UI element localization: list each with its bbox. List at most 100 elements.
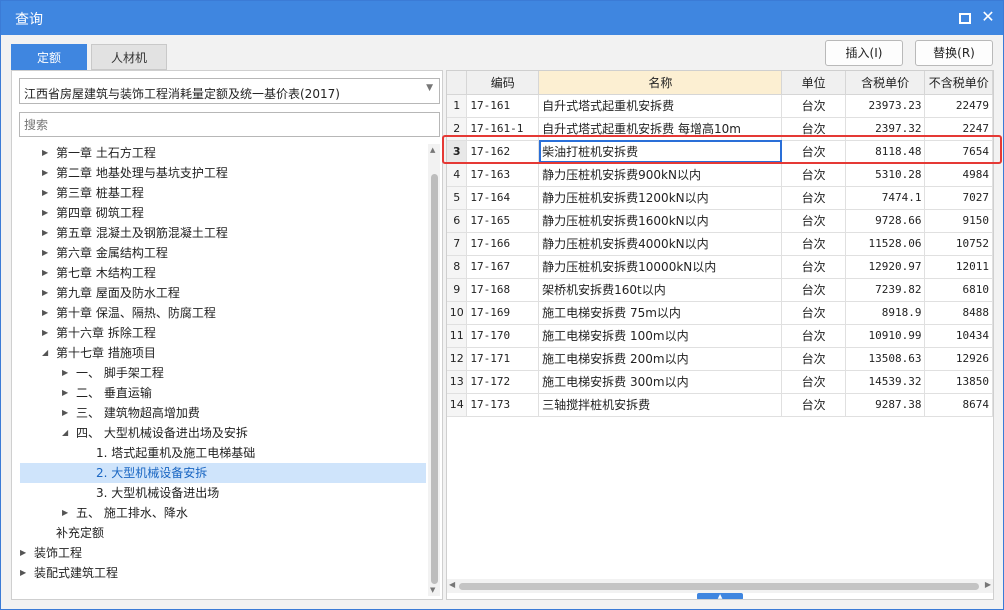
cell-name[interactable]: 自升式塔式起重机安拆费: [538, 94, 783, 118]
header-notax-price[interactable]: 不含税单价: [924, 71, 993, 95]
table-row[interactable]: 1 17-161 自升式塔式起重机安拆费 台次 23973.23 22479: [447, 94, 993, 118]
cell-unit[interactable]: 台次: [781, 324, 846, 348]
scroll-down-icon[interactable]: ▼: [430, 586, 435, 594]
tree-scrollbar-thumb[interactable]: [431, 174, 438, 584]
cell-tax-price[interactable]: 5310.28: [845, 163, 926, 187]
cell-code[interactable]: 17-166: [466, 232, 540, 256]
expand-arrow-icon[interactable]: ▶: [62, 383, 72, 403]
header-name[interactable]: 名称: [538, 71, 783, 95]
search-input[interactable]: [19, 112, 440, 137]
cell-notax-price[interactable]: 10434: [924, 324, 993, 348]
row-index[interactable]: 13: [447, 370, 468, 394]
tree-item[interactable]: ▶ 第一章 土石方工程: [20, 143, 426, 163]
tree-item[interactable]: 2. 大型机械设备安拆: [20, 463, 426, 483]
cell-tax-price[interactable]: 8918.9: [845, 301, 926, 325]
panel-grip-icon[interactable]: ▲: [697, 593, 743, 599]
expand-arrow-icon[interactable]: ▶: [42, 263, 52, 283]
row-index[interactable]: 11: [447, 324, 468, 348]
cell-unit[interactable]: 台次: [781, 301, 846, 325]
cell-notax-price[interactable]: 8488: [924, 301, 993, 325]
cell-unit[interactable]: 台次: [781, 232, 846, 256]
tree-item[interactable]: ▶ 第五章 混凝土及钢筋混凝土工程: [20, 223, 426, 243]
cell-notax-price[interactable]: 12011: [924, 255, 993, 279]
cell-name[interactable]: 静力压桩机安拆费10000kN以内: [538, 255, 783, 279]
tree-item[interactable]: ▶ 第九章 屋面及防水工程: [20, 283, 426, 303]
tree-item[interactable]: ▶ 三、 建筑物超高增加费: [20, 403, 426, 423]
row-index[interactable]: 1: [447, 94, 468, 118]
table-row[interactable]: 13 17-172 施工电梯安拆费 300m以内 台次 14539.32 13850: [447, 370, 993, 394]
cell-unit[interactable]: 台次: [781, 186, 846, 210]
tree-item[interactable]: ▶ 第四章 砌筑工程: [20, 203, 426, 223]
cell-notax-price[interactable]: 4984: [924, 163, 993, 187]
scroll-left-icon[interactable]: ◀: [449, 580, 455, 589]
cell-unit[interactable]: 台次: [781, 393, 846, 417]
cell-name[interactable]: 静力压桩机安拆费4000kN以内: [538, 232, 783, 256]
cell-code[interactable]: 17-172: [466, 370, 540, 394]
cell-name[interactable]: 施工电梯安拆费 300m以内: [538, 370, 783, 394]
cell-tax-price[interactable]: 23973.23: [845, 94, 926, 118]
row-index[interactable]: 6: [447, 209, 468, 233]
cell-notax-price[interactable]: 6810: [924, 278, 993, 302]
cell-unit[interactable]: 台次: [781, 255, 846, 279]
tree-item[interactable]: ▶ 二、 垂直运输: [20, 383, 426, 403]
cell-name[interactable]: 静力压桩机安拆费1600kN以内: [538, 209, 783, 233]
expand-arrow-icon[interactable]: ▶: [62, 503, 72, 523]
expand-arrow-icon[interactable]: ▶: [42, 223, 52, 243]
tree-item[interactable]: ▶ 装饰工程: [20, 543, 426, 563]
cell-name[interactable]: 三轴搅拌桩机安拆费: [538, 393, 783, 417]
cell-code[interactable]: 17-161: [466, 94, 540, 118]
grid-horizontal-scrollbar[interactable]: ◀ ▶: [447, 579, 993, 593]
cell-tax-price[interactable]: 7474.1: [845, 186, 926, 210]
expand-arrow-icon[interactable]: ▶: [42, 243, 52, 263]
cell-code[interactable]: 17-173: [466, 393, 540, 417]
insert-button[interactable]: 插入(I): [825, 40, 903, 66]
tree-item[interactable]: ▶ 一、 脚手架工程: [20, 363, 426, 383]
expand-arrow-icon[interactable]: ▶: [42, 303, 52, 323]
cell-notax-price[interactable]: 12926: [924, 347, 993, 371]
table-row[interactable]: 8 17-167 静力压桩机安拆费10000kN以内 台次 12920.97 12011: [447, 255, 993, 279]
row-index[interactable]: 4: [447, 163, 468, 187]
cell-notax-price[interactable]: 9150: [924, 209, 993, 233]
tree-item[interactable]: ▶ 第七章 木结构工程: [20, 263, 426, 283]
collapse-arrow-icon[interactable]: ◢: [62, 423, 72, 443]
cell-name[interactable]: 施工电梯安拆费 200m以内: [538, 347, 783, 371]
grid-scrollbar-thumb[interactable]: [459, 583, 979, 590]
cell-unit[interactable]: 台次: [781, 94, 846, 118]
cell-notax-price[interactable]: 13850: [924, 370, 993, 394]
expand-arrow-icon[interactable]: ▶: [42, 323, 52, 343]
scroll-right-icon[interactable]: ▶: [985, 580, 991, 589]
row-index[interactable]: 7: [447, 232, 468, 256]
cell-tax-price[interactable]: 10910.99: [845, 324, 926, 348]
tree-item[interactable]: ▶ 装配式建筑工程: [20, 563, 426, 583]
header-code[interactable]: 编码: [466, 71, 540, 95]
table-row[interactable]: 11 17-170 施工电梯安拆费 100m以内 台次 10910.99 10434: [447, 324, 993, 348]
cell-unit[interactable]: 台次: [781, 370, 846, 394]
cell-code[interactable]: 17-170: [466, 324, 540, 348]
table-row[interactable]: 7 17-166 静力压桩机安拆费4000kN以内 台次 11528.06 10752: [447, 232, 993, 256]
cell-code[interactable]: 17-163: [466, 163, 540, 187]
row-index[interactable]: 9: [447, 278, 468, 302]
cell-tax-price[interactable]: 9287.38: [845, 393, 926, 417]
cell-notax-price[interactable]: 10752: [924, 232, 993, 256]
cell-notax-price[interactable]: 8674: [924, 393, 993, 417]
quota-library-select[interactable]: 江西省房屋建筑与装饰工程消耗量定额及统一基价表(2017) ▼: [19, 78, 440, 104]
tree-item[interactable]: 3. 大型机械设备进出场: [20, 483, 426, 503]
table-row[interactable]: 10 17-169 施工电梯安拆费 75m以内 台次 8918.9 8488: [447, 301, 993, 325]
cell-code[interactable]: 17-171: [466, 347, 540, 371]
tab-material[interactable]: 人材机: [91, 44, 167, 70]
cell-unit[interactable]: 台次: [781, 347, 846, 371]
cell-name[interactable]: 施工电梯安拆费 100m以内: [538, 324, 783, 348]
expand-arrow-icon[interactable]: ▶: [42, 283, 52, 303]
expand-arrow-icon[interactable]: ▶: [62, 363, 72, 383]
tree-item[interactable]: 1. 塔式起重机及施工电梯基础: [20, 443, 426, 463]
cell-tax-price[interactable]: 11528.06: [845, 232, 926, 256]
tree-item[interactable]: ▶ 第二章 地基处理与基坑支护工程: [20, 163, 426, 183]
cell-code[interactable]: 17-168: [466, 278, 540, 302]
row-index[interactable]: 5: [447, 186, 468, 210]
expand-arrow-icon[interactable]: ▶: [42, 163, 52, 183]
table-row[interactable]: 14 17-173 三轴搅拌桩机安拆费 台次 9287.38 8674: [447, 393, 993, 417]
cell-name[interactable]: 静力压桩机安拆费900kN以内: [538, 163, 783, 187]
table-row[interactable]: 6 17-165 静力压桩机安拆费1600kN以内 台次 9728.66 9150: [447, 209, 993, 233]
tree-item[interactable]: ▶ 第六章 金属结构工程: [20, 243, 426, 263]
cell-code[interactable]: 17-165: [466, 209, 540, 233]
